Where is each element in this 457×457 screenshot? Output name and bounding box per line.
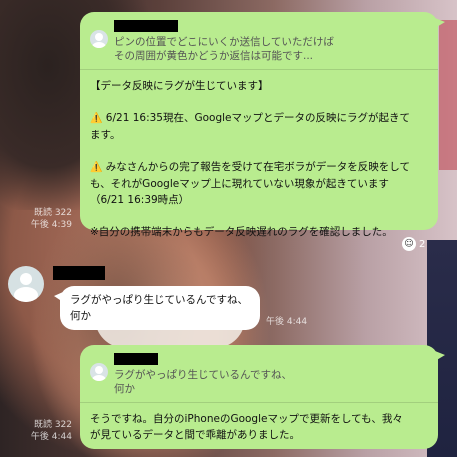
timestamp: 午後 4:39 xyxy=(30,220,72,230)
reply-quote[interactable]: ピンの位置でどこにいくか送信していただけば その周囲が黄色かどうか返信は可能です… xyxy=(80,12,438,70)
avatar-icon xyxy=(90,30,108,48)
incoming-message-bubble[interactable]: ラグがやっぱり生じているんですね、 何か xyxy=(54,286,260,330)
warning-icon: ⚠️ xyxy=(90,162,103,173)
timestamp: 午後 4:44 xyxy=(266,317,308,327)
read-count: 既読 322 xyxy=(33,420,72,430)
message-text: そうですね。自分のiPhoneのGoogleマップで更新をしても、我々 が見てい… xyxy=(90,413,403,441)
message-text-line: ラグがやっぱり生じているんですね、 xyxy=(70,294,248,306)
redacted-name xyxy=(114,353,158,365)
message-paragraph: ⚠️ 6/21 16:35現在、Googleマップとデータの反映にラグが起きて … xyxy=(90,112,410,141)
quoted-text: ラグがやっぱり生じているんですね、 何か xyxy=(114,369,292,395)
quoted-text: ピンの位置でどこにいくか送信していただけば その周囲が黄色かどうか返信は可能です… xyxy=(114,36,334,62)
background-shape xyxy=(439,20,457,170)
reaction-count: 2 xyxy=(419,238,426,250)
message-paragraph: ※自分の携帯端末からもデータ反映遅れのラグを確認しました。 xyxy=(90,226,393,238)
reaction-icon: ☺ xyxy=(402,237,416,251)
warning-icon: ⚠️ xyxy=(90,113,103,124)
redacted-name xyxy=(114,20,178,32)
outgoing-message-bubble[interactable]: ピンの位置でどこにいくか送信していただけば その周囲が黄色かどうか返信は可能です… xyxy=(80,12,445,238)
reply-quote[interactable]: ラグがやっぱり生じているんですね、 何か xyxy=(80,345,438,403)
message-text-line: 何か xyxy=(70,310,91,322)
timestamp: 午後 4:44 xyxy=(30,432,72,442)
message-paragraph: ⚠️ みなさんからの完了報告を受けて在宅ボラがデータを反映をして も、それがGo… xyxy=(90,161,410,206)
sender-avatar[interactable] xyxy=(8,266,44,302)
message-text: 【データ反映にラグが生じています】 ⚠️ 6/21 16:35現在、Google… xyxy=(80,70,438,248)
read-count: 既読 322 xyxy=(33,208,72,218)
message-header: 【データ反映にラグが生じています】 xyxy=(90,80,269,92)
message-meta: 既読 322 午後 4:39 xyxy=(26,207,72,231)
message-meta: 既読 322 午後 4:44 xyxy=(26,419,72,443)
outgoing-message-bubble[interactable]: ラグがやっぱり生じているんですね、 何か そうですね。自分のiPhoneのGoo… xyxy=(80,345,445,449)
redacted-sender-name xyxy=(53,266,105,280)
reaction-badge[interactable]: ☺ 2 xyxy=(402,237,425,251)
avatar-icon xyxy=(90,363,108,381)
